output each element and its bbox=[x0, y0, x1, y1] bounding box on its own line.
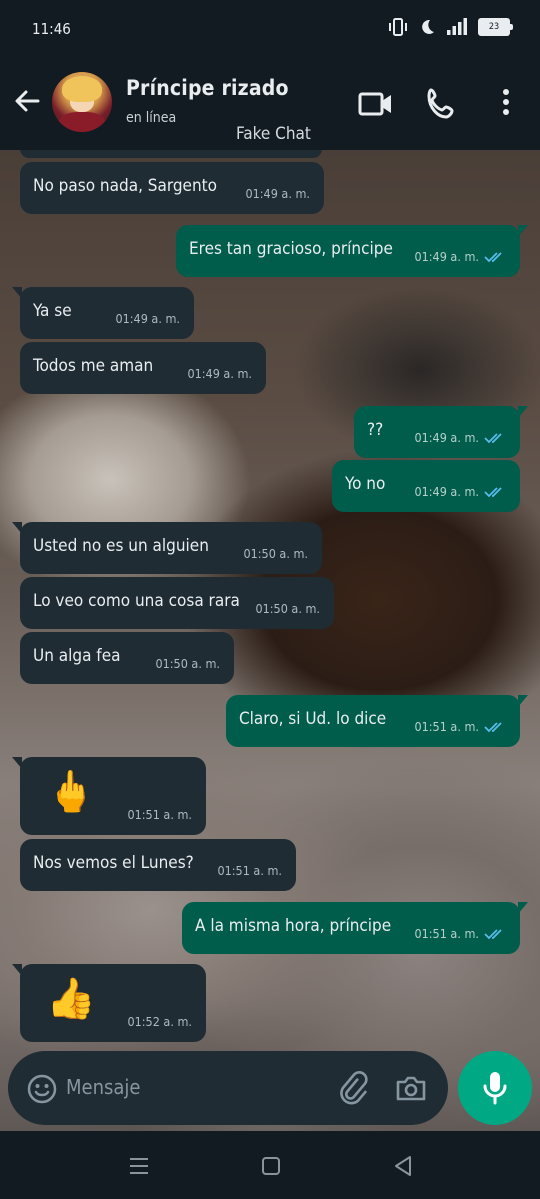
watermark: Fake Chat bbox=[236, 124, 311, 144]
message-text: Claro, si Ud. lo dice bbox=[239, 709, 387, 729]
emoji-middle-finger: 🖕 bbox=[46, 769, 96, 815]
signal-icon bbox=[447, 18, 467, 35]
read-ticks-icon bbox=[484, 929, 502, 940]
message-text: ?? bbox=[367, 420, 384, 440]
message-time: 01:49 a. m. bbox=[414, 249, 479, 264]
message-text: Todos me aman bbox=[33, 356, 154, 376]
message-incoming[interactable]: Un alga fea 01:50 a. m. bbox=[20, 632, 234, 684]
vibrate-icon bbox=[389, 18, 407, 36]
status-bar: 11:46 23 bbox=[0, 0, 540, 62]
battery-icon: 23 bbox=[478, 18, 513, 36]
mic-button[interactable] bbox=[458, 1051, 532, 1125]
message-text: Usted no es un alguien bbox=[33, 536, 209, 556]
status-time: 11:46 bbox=[32, 20, 71, 38]
message-text: Un alga fea bbox=[33, 646, 121, 666]
message-time: 01:52 a. m. bbox=[127, 1014, 192, 1029]
emoji-icon[interactable] bbox=[26, 1073, 58, 1105]
message-time: 01:50 a. m. bbox=[155, 656, 220, 671]
message-incoming[interactable]: Usted no es un alguien 01:50 a. m. bbox=[12, 522, 322, 574]
phone-call-icon[interactable] bbox=[424, 86, 460, 122]
message-input[interactable]: Mensaje bbox=[66, 1075, 140, 1099]
message-time: 01:50 a. m. bbox=[255, 601, 320, 616]
message-composer[interactable]: Mensaje bbox=[8, 1051, 448, 1125]
message-text: Eres tan gracioso, príncipe bbox=[189, 239, 393, 259]
message-time: 01:51 a. m. bbox=[217, 863, 282, 878]
message-time: 01:49 a. m. bbox=[414, 430, 479, 445]
recents-icon[interactable] bbox=[126, 1153, 152, 1179]
back-arrow-icon[interactable] bbox=[12, 86, 42, 116]
message-time: 01:51 a. m. bbox=[127, 807, 192, 822]
message-time: 01:49 a. m. bbox=[414, 484, 479, 499]
message-text: A la misma hora, príncipe bbox=[195, 916, 392, 936]
message-text: Ya se bbox=[33, 301, 72, 321]
chat-header: Príncipe rizado en línea Fake Chat bbox=[0, 62, 540, 150]
read-ticks-icon bbox=[484, 433, 502, 444]
chat-area[interactable]: No paso nada, Sargento 01:49 a. m. Eres … bbox=[0, 150, 540, 1131]
message-time: 01:49 a. m. bbox=[115, 311, 180, 326]
message-text: No paso nada, Sargento bbox=[33, 176, 218, 196]
message-text: Nos vemos el Lunes? bbox=[33, 853, 194, 873]
message-incoming[interactable]: No paso nada, Sargento 01:49 a. m. bbox=[20, 162, 324, 214]
message-outgoing[interactable]: Claro, si Ud. lo dice 01:51 a. m. bbox=[226, 695, 528, 747]
camera-icon[interactable] bbox=[394, 1071, 428, 1105]
message-time: 01:51 a. m. bbox=[414, 719, 479, 734]
home-icon[interactable] bbox=[258, 1153, 284, 1179]
message-incoming-emoji[interactable]: 🖕 01:51 a. m. bbox=[12, 757, 206, 835]
system-nav-bar bbox=[0, 1131, 540, 1199]
message-time: 01:49 a. m. bbox=[245, 186, 310, 201]
message-time: 01:49 a. m. bbox=[187, 366, 252, 381]
message-outgoing[interactable]: ?? 01:49 a. m. bbox=[354, 406, 528, 458]
message-incoming[interactable]: Nos vemos el Lunes? 01:51 a. m. bbox=[20, 839, 296, 891]
message-outgoing[interactable]: Yo no 01:49 a. m. bbox=[332, 460, 520, 512]
message-outgoing[interactable]: A la misma hora, príncipe 01:51 a. m. bbox=[182, 902, 528, 954]
back-nav-icon[interactable] bbox=[390, 1153, 416, 1179]
message-text: Lo veo como una cosa rara bbox=[33, 591, 240, 611]
message-incoming-emoji[interactable]: 👍 01:52 a. m. bbox=[12, 964, 206, 1042]
avatar[interactable] bbox=[52, 72, 112, 132]
emoji-thumbs-up: 👍 bbox=[46, 976, 96, 1022]
contact-name[interactable]: Príncipe rizado bbox=[126, 76, 289, 100]
message-partial bbox=[20, 150, 322, 158]
read-ticks-icon bbox=[484, 722, 502, 733]
message-incoming[interactable]: Ya se 01:49 a. m. bbox=[12, 287, 194, 339]
message-time: 01:50 a. m. bbox=[243, 546, 308, 561]
message-text: Yo no bbox=[345, 474, 386, 494]
read-ticks-icon bbox=[484, 487, 502, 498]
attach-icon[interactable] bbox=[336, 1071, 370, 1105]
status-icons: 23 bbox=[388, 18, 513, 36]
contact-status: en línea bbox=[126, 110, 177, 126]
message-time: 01:51 a. m. bbox=[414, 926, 479, 941]
mic-icon bbox=[483, 1072, 507, 1105]
moon-icon bbox=[422, 19, 434, 34]
message-incoming[interactable]: Todos me aman 01:49 a. m. bbox=[20, 342, 266, 394]
read-ticks-icon bbox=[484, 252, 502, 263]
message-outgoing[interactable]: Eres tan gracioso, príncipe 01:49 a. m. bbox=[176, 225, 528, 277]
video-call-icon[interactable] bbox=[358, 86, 394, 122]
message-incoming[interactable]: Lo veo como una cosa rara 01:50 a. m. bbox=[20, 577, 334, 629]
more-options-icon[interactable] bbox=[494, 86, 518, 122]
